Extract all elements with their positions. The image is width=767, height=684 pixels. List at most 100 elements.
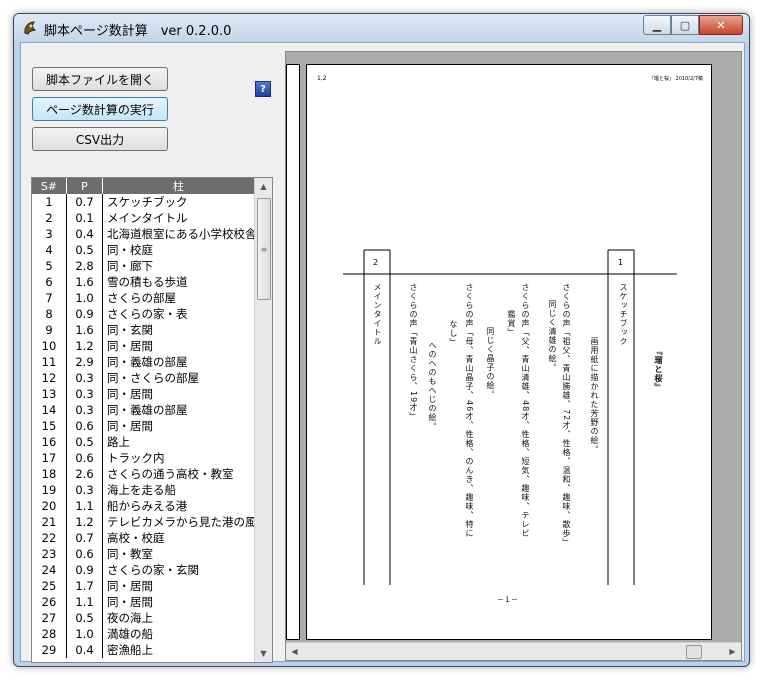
table-row[interactable]: 28 1.0 満雄の船 [32,626,255,642]
table-row[interactable]: 27 0.5 夜の海上 [32,610,255,626]
scroll-thumb[interactable]: ≡ [257,198,271,300]
scene-number-2: 2 [373,258,379,267]
slugline-cell: トラック内 [103,450,255,466]
scene-number-cell: 12 [32,370,67,386]
table-row[interactable]: 4 0.5 同・校庭 [32,242,255,258]
table-row[interactable]: 29 0.4 密漁船上 [32,642,255,658]
scene-number-cell: 23 [32,546,67,562]
scene-number-cell: 24 [32,562,67,578]
slugline-cell: 同・さくらの部屋 [103,370,255,386]
slugline-cell: さくらの家・表 [103,306,255,322]
line-10: さくらの声「青山さくら、19才」 [409,283,418,422]
table-row[interactable]: 21 1.2 テレビカメラから見た港の風景 [32,514,255,530]
line-5: 鑑賞」 [507,310,516,337]
scene-number-cell: 1 [32,194,67,210]
pages-cell: 0.3 [67,386,103,402]
scene-number-cell: 28 [32,626,67,642]
scene-number-cell: 25 [32,578,67,594]
scene-number-cell: 9 [32,322,67,338]
pages-cell: 1.7 [67,578,103,594]
open-script-button[interactable]: 脚本ファイルを開く [32,67,168,91]
table-row[interactable]: 20 1.1 船からみえる港 [32,498,255,514]
scene-number-cell: 20 [32,498,67,514]
pages-cell: 0.4 [67,642,103,658]
scene-table[interactable]: S# P 柱 1 0.7 スケッチブック 2 0.1 メインタイトル 3 0.4 北海道根室にあ… [31,177,273,663]
calculate-pages-button[interactable]: ページ数計算の実行 [32,97,168,121]
table-row[interactable]: 16 0.5 路上 [32,434,255,450]
scroll-left-icon[interactable]: ◀ [286,643,303,660]
table-row[interactable]: 13 0.3 同・居間 [32,386,255,402]
table-row[interactable]: 1 0.7 スケッチブック [32,194,255,210]
table-row[interactable]: 14 0.3 同・義雄の部屋 [32,402,255,418]
pages-cell: 0.1 [67,210,103,226]
header-slugline[interactable]: 柱 [103,178,255,194]
slugline-cell: 北海道根室にある小学校校舎 [103,226,255,242]
scene-number-cell: 27 [32,610,67,626]
table-row[interactable]: 19 0.3 海上を走る船 [32,482,255,498]
slugline-cell: 同・廊下 [103,258,255,274]
slugline-cell: 同・居間 [103,418,255,434]
scroll-up-icon[interactable]: ▲ [255,178,272,195]
table-row[interactable]: 12 0.3 同・さくらの部屋 [32,370,255,386]
table-row[interactable]: 6 1.6 雪の積もる歩道 [32,274,255,290]
table-row[interactable]: 22 0.7 高校・校庭 [32,530,255,546]
table-row[interactable]: 3 0.4 北海道根室にある小学校校舎 [32,226,255,242]
pages-cell: 0.3 [67,482,103,498]
line-6: 同じく晶子の絵。 [486,327,495,399]
maximize-button[interactable]: ▢ [671,15,699,35]
preview-scrollbar[interactable]: ◀ ▶ [286,642,741,660]
pages-cell: 0.3 [67,402,103,418]
table-row[interactable]: 9 1.6 同・玄関 [32,322,255,338]
scroll-right-icon[interactable]: ▶ [724,643,741,660]
script-title: 『瑠と桜』 [654,347,663,392]
slugline-cell: さくらの通う高校・教室 [103,466,255,482]
table-row[interactable]: 24 0.9 さくらの家・玄関 [32,562,255,578]
pages-cell: 0.7 [67,530,103,546]
csv-export-button[interactable]: CSV出力 [32,127,168,151]
slugline-cell: メインタイトル [103,210,255,226]
slugline-cell: 満雄の船 [103,626,255,642]
pages-cell: 0.9 [67,562,103,578]
pages-cell: 1.1 [67,498,103,514]
app-window: 脚本ページ数計算 ver 0.2.0.0 ▁ ▢ ✕ 脚本ファイルを開く ページ… [13,13,750,667]
help-icon[interactable]: ? [255,81,271,97]
table-row[interactable]: 15 0.6 同・居間 [32,418,255,434]
scene-number-cell: 19 [32,482,67,498]
title-bar[interactable]: 脚本ページ数計算 ver 0.2.0.0 ▁ ▢ ✕ [14,14,749,42]
scene-number-cell: 6 [32,274,67,290]
table-row[interactable]: 18 2.6 さくらの通う高校・教室 [32,466,255,482]
table-row[interactable]: 5 2.8 同・廊下 [32,258,255,274]
previous-page-sheet [286,64,300,640]
pages-cell: 0.7 [67,194,103,210]
table-row[interactable]: 17 0.6 トラック内 [32,450,255,466]
line-7: さくらの声「母、青山晶子、46才、性格、のんき、趣味、特に [465,283,474,539]
close-button[interactable]: ✕ [699,15,743,35]
app-icon [24,21,37,35]
table-row[interactable]: 7 1.0 さくらの部屋 [32,290,255,306]
header-scene-number[interactable]: S# [32,178,67,194]
line-4: さくらの声「父、青山清雄、48才、性格、短気、趣味、テレビ [521,283,530,539]
header-pages[interactable]: P [67,178,103,194]
table-row[interactable]: 23 0.6 同・教室 [32,546,255,562]
scroll-down-icon[interactable]: ▼ [255,645,272,662]
page-preview[interactable]: 1,2 『瑠と桜』 2010/2/7稿 2 1 スケッチブック メインタイトル … [285,51,742,661]
table-scrollbar[interactable]: ▲ ≡ ▼ [254,178,272,662]
slugline-cell: 高校・校庭 [103,530,255,546]
horizontal-scroll-thumb[interactable] [686,645,702,659]
table-header: S# P 柱 [32,178,255,194]
pages-cell: 2.9 [67,354,103,370]
table-row[interactable]: 25 1.7 同・居間 [32,578,255,594]
scene1-slugline: スケッチブック [619,283,628,346]
table-row[interactable]: 10 1.2 同・居間 [32,338,255,354]
scene-number-1: 1 [618,258,624,267]
maximize-icon: ▢ [679,18,691,32]
slugline-cell: 船からみえる港 [103,498,255,514]
pages-cell: 0.5 [67,434,103,450]
pages-cell: 0.6 [67,418,103,434]
scene-number-cell: 7 [32,290,67,306]
table-row[interactable]: 11 2.9 同・義雄の部屋 [32,354,255,370]
minimize-button[interactable]: ▁ [643,15,671,35]
table-row[interactable]: 8 0.9 さくらの家・表 [32,306,255,322]
table-row[interactable]: 2 0.1 メインタイトル [32,210,255,226]
table-row[interactable]: 26 1.1 同・居間 [32,594,255,610]
